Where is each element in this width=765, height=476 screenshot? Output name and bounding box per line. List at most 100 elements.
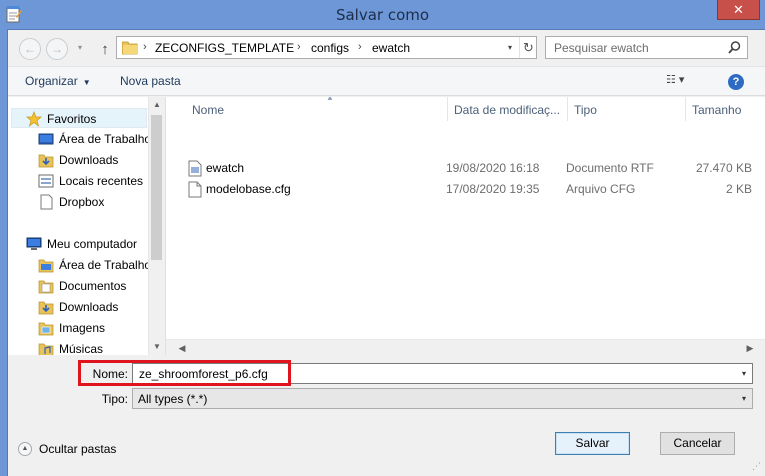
cancel-button[interactable]: Cancelar — [660, 432, 735, 455]
window-title: Salvar como — [335, 6, 430, 24]
sidebar-item-documentos[interactable]: Documentos — [8, 276, 148, 296]
address-dropdown[interactable]: ▾ — [502, 40, 518, 56]
file-row-modelobase[interactable]: modelobase.cfg 17/08/2020 19:35 Arquivo … — [166, 179, 765, 200]
scrollbar-thumb[interactable] — [151, 115, 162, 260]
sidebar-item-label: Dropbox — [59, 195, 105, 209]
command-bar: Organizar ▼ Nova pasta ☷ ▾ ? — [8, 66, 765, 96]
column-header-date[interactable]: Data de modificaç... — [448, 97, 568, 121]
sidebar-item-label: Locais recentes — [59, 174, 144, 188]
breadcrumb-ewatch[interactable]: ewatch — [372, 41, 410, 55]
forward-button[interactable]: → — [46, 38, 68, 60]
help-button[interactable]: ? — [728, 74, 744, 90]
navigation-scrollbar[interactable]: ▲ ▼ — [148, 97, 164, 355]
desktop-icon — [38, 133, 54, 145]
sidebar-item-label: Área de Trabalho — [59, 132, 152, 146]
file-type-value: All types (*.*) — [138, 392, 208, 406]
sidebar-item-label: Downloads — [59, 300, 119, 314]
desktop-folder-icon — [38, 259, 54, 273]
sidebar-item-musicas[interactable]: Músicas — [8, 339, 148, 355]
forward-arrow-icon: → — [51, 42, 63, 56]
search-icon[interactable] — [728, 41, 741, 54]
breadcrumb-configs[interactable]: configs — [311, 41, 349, 55]
file-type-dropdown[interactable]: ▾ — [736, 389, 752, 408]
breadcrumb-separator: › — [297, 41, 301, 53]
view-options-icon: ☷ ▾ — [666, 74, 685, 86]
sort-ascending-icon: ▲ — [326, 97, 334, 102]
column-header-label: Tipo — [574, 103, 597, 117]
cfg-file-icon — [188, 181, 202, 198]
sidebar-item-meu-computador[interactable]: Meu computador — [8, 234, 148, 254]
file-type: Arquivo CFG — [566, 182, 636, 196]
scroll-right-icon[interactable]: ▶ — [742, 340, 758, 356]
breadcrumb-separator: › — [143, 41, 147, 53]
up-button[interactable]: ↑ — [96, 38, 114, 60]
address-bar[interactable]: › ZECONFIGS_TEMPLATE › configs › ewatch … — [116, 36, 537, 59]
star-icon — [26, 111, 42, 127]
search-box — [545, 36, 748, 59]
close-button[interactable]: ✕ — [717, 0, 760, 20]
file-row-ewatch[interactable]: ewatch 19/08/2020 16:18 Documento RTF 27… — [166, 158, 765, 179]
sidebar-item-area-de-trabalho-pc[interactable]: Área de Trabalho — [8, 255, 151, 275]
sidebar-item-imagens[interactable]: Imagens — [8, 318, 148, 338]
sidebar-item-label: Documentos — [59, 279, 127, 293]
column-header-type[interactable]: Tipo — [568, 97, 686, 121]
chevron-down-icon: ▾ — [507, 43, 512, 52]
change-view-button[interactable]: ☷ ▾ — [666, 73, 706, 91]
sidebar-item-favoritos[interactable]: Favoritos — [11, 108, 147, 128]
pictures-folder-icon — [38, 322, 54, 336]
file-name-combo: ▾ — [132, 363, 753, 384]
column-header-label: Nome — [192, 103, 225, 117]
downloads-folder-icon — [38, 301, 54, 315]
chevron-up-icon: ▲ — [18, 442, 32, 456]
up-arrow-icon: ↑ — [101, 40, 109, 58]
new-folder-button[interactable]: Nova pasta — [120, 74, 181, 88]
chevron-down-icon: ▾ — [741, 394, 746, 403]
column-header-label: Tamanho — [692, 103, 742, 117]
file-name: ewatch — [206, 161, 245, 175]
breadcrumb-separator: › — [358, 41, 362, 53]
scroll-down-icon[interactable]: ▼ — [149, 339, 164, 355]
scroll-left-icon[interactable]: ◀ — [174, 340, 190, 356]
help-icon: ? — [732, 76, 740, 88]
file-type: Documento RTF — [566, 161, 654, 175]
column-header-label: Data de modificaç... — [454, 103, 561, 117]
close-icon: ✕ — [733, 1, 744, 17]
search-input[interactable] — [546, 37, 726, 58]
refresh-button[interactable]: ↻ — [519, 37, 537, 58]
file-type-select[interactable]: All types (*.*) ▾ — [132, 388, 753, 409]
horizontal-scrollbar[interactable]: ◀ ▶ — [166, 339, 765, 355]
computer-icon — [26, 237, 42, 250]
resize-grip-icon[interactable]: ⋰ — [752, 461, 761, 472]
back-button[interactable]: ← — [19, 38, 41, 60]
sidebar-item-downloads[interactable]: Downloads — [8, 150, 148, 170]
dialog-body: ← → ▾ ↑ › ZECONFIGS_TEMPLATE › configs ›… — [8, 30, 765, 476]
file-size: 27.470 KB — [695, 161, 752, 175]
chevron-down-icon: ▾ — [741, 369, 746, 378]
music-folder-icon — [38, 343, 54, 355]
sidebar-item-label: Favoritos — [47, 112, 97, 126]
file-name-dropdown[interactable]: ▾ — [736, 364, 752, 383]
documents-folder-icon — [38, 280, 54, 294]
back-arrow-icon: ← — [24, 42, 36, 56]
column-header-size[interactable]: Tamanho — [686, 97, 765, 121]
save-as-dialog: Salvar como ✕ ← → ▾ ↑ › ZECONFIGS_TEMPLA… — [0, 0, 765, 476]
downloads-folder-icon — [38, 154, 54, 168]
organize-button[interactable]: Organizar ▼ — [25, 74, 91, 88]
organize-label: Organizar — [25, 74, 78, 88]
sidebar-item-label: Imagens — [59, 321, 106, 335]
rtf-document-icon — [188, 160, 202, 177]
sidebar-item-dropbox[interactable]: Dropbox — [8, 192, 148, 212]
sidebar-item-downloads-pc[interactable]: Downloads — [8, 297, 148, 317]
column-header-name[interactable]: Nome ▲ — [186, 97, 448, 121]
scroll-up-icon[interactable]: ▲ — [149, 97, 164, 113]
save-button[interactable]: Salvar — [555, 432, 630, 455]
title-bar[interactable]: Salvar como ✕ — [0, 0, 765, 30]
breadcrumb-zeconfigs-template[interactable]: ZECONFIGS_TEMPLATE — [155, 41, 294, 55]
recent-locations-dropdown[interactable]: ▾ — [78, 43, 82, 52]
caret-down-icon: ▼ — [82, 78, 91, 87]
sidebar-item-locais-recentes[interactable]: Locais recentes — [8, 171, 148, 191]
file-date: 17/08/2020 19:35 — [446, 182, 540, 196]
sidebar-item-area-de-trabalho[interactable]: Área de Trabalho — [8, 129, 152, 149]
hide-folders-label: Ocultar pastas — [39, 442, 117, 456]
file-name-input[interactable] — [135, 365, 731, 382]
